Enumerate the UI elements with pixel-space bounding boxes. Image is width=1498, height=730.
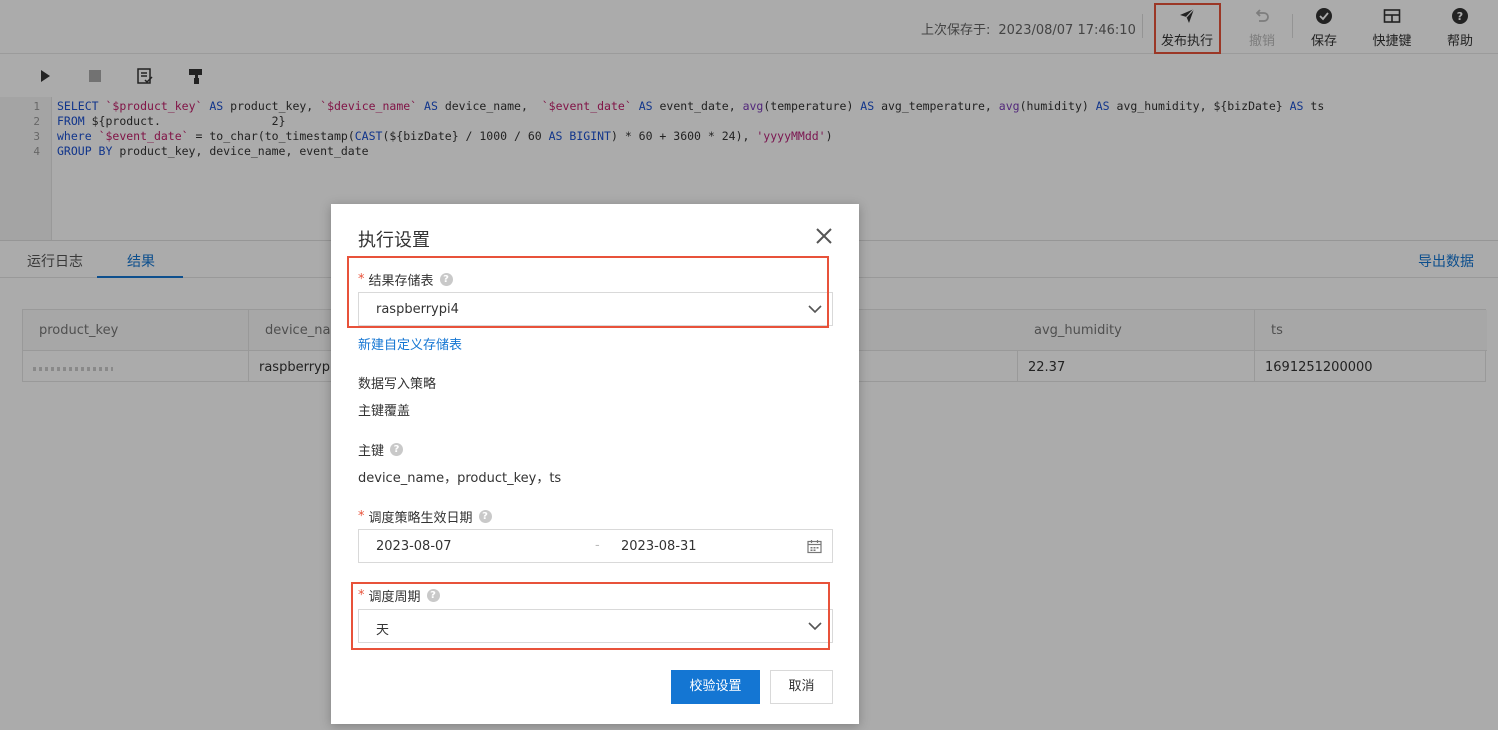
primary-key-label: 主键 ? [358, 440, 404, 459]
cancel-button[interactable]: 取消 [770, 670, 833, 704]
close-icon[interactable] [813, 225, 835, 247]
end-date[interactable]: 2023-08-31 [621, 539, 697, 554]
schedule-cycle-highlight-box [351, 582, 830, 650]
primary-key-value: device_name，product_key，ts [358, 471, 562, 486]
primary-key-label-text: 主键 [358, 444, 385, 459]
validate-settings-button[interactable]: 校验设置 [671, 670, 760, 704]
result-table-highlight-box [347, 256, 829, 328]
effective-date-range-picker[interactable]: 2023-08-07 - 2023-08-31 [358, 529, 833, 563]
effective-date-label-text: 调度策略生效日期 [368, 511, 473, 526]
date-separator: - [595, 538, 600, 553]
write-policy-value: 主键覆盖 [358, 404, 411, 419]
dialog-title: 执行设置 [358, 230, 430, 251]
calendar-icon [807, 539, 822, 558]
execution-settings-dialog: 执行设置 * 结果存储表 ? raspberrypi4 新建自定义存储表 数据写… [331, 204, 859, 724]
new-custom-table-link[interactable]: 新建自定义存储表 [358, 334, 462, 353]
help-icon[interactable]: ? [390, 443, 404, 456]
start-date[interactable]: 2023-08-07 [376, 539, 452, 554]
write-policy-label: 数据写入策略 [358, 377, 437, 392]
help-icon[interactable]: ? [478, 510, 492, 523]
required-marker: * [358, 509, 365, 524]
effective-date-label: * 调度策略生效日期 ? [358, 507, 492, 526]
